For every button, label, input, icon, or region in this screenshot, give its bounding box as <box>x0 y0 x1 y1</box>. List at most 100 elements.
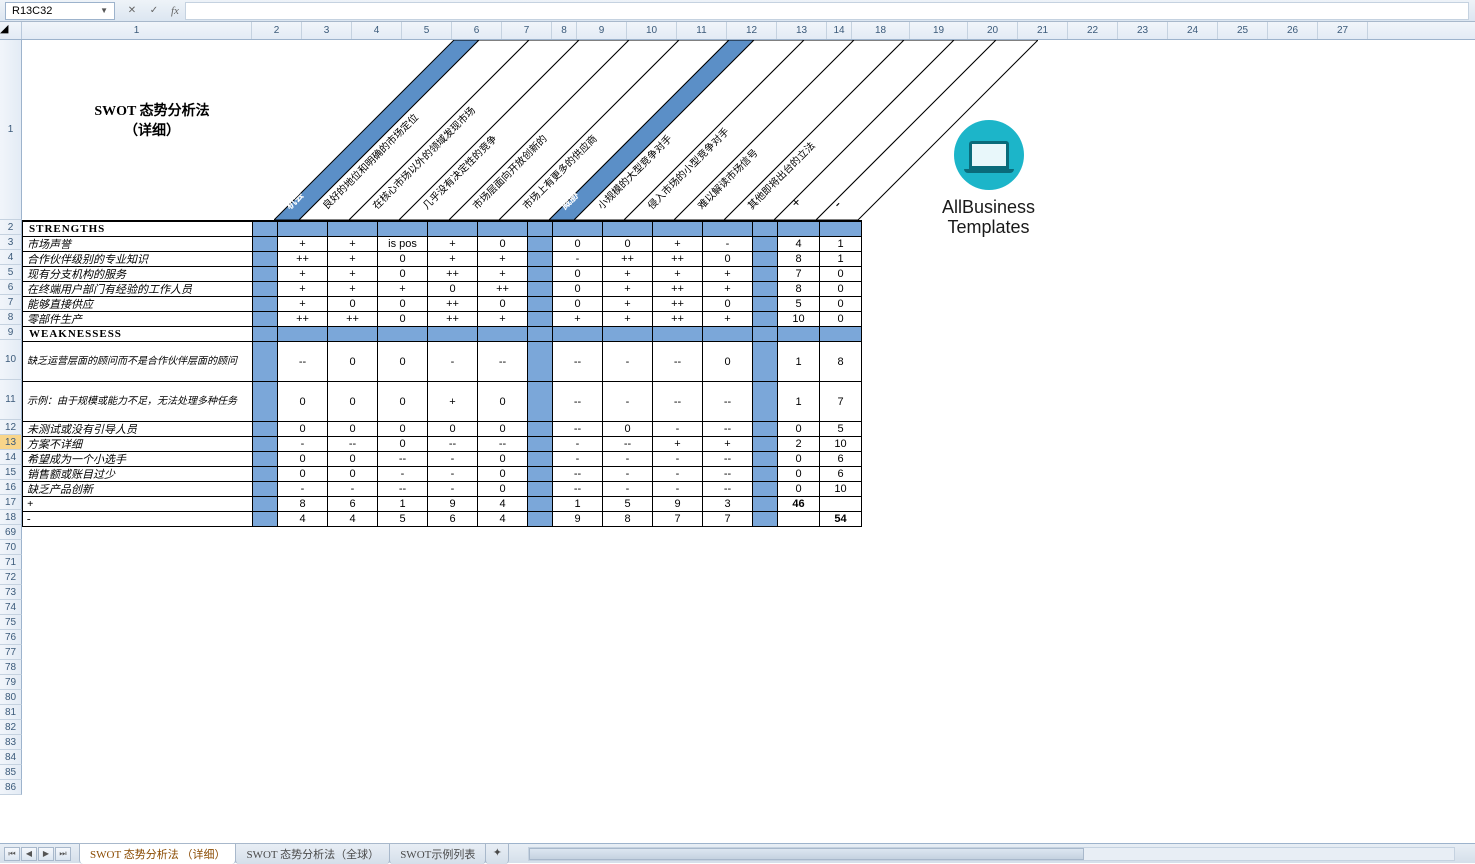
data-cell[interactable]: + <box>603 297 653 312</box>
data-cell[interactable] <box>753 237 778 252</box>
data-cell[interactable]: 10 <box>778 312 820 327</box>
row-header[interactable]: 1 <box>0 40 22 220</box>
column-header[interactable]: 10 <box>627 22 677 39</box>
data-cell[interactable] <box>528 467 553 482</box>
data-cell[interactable]: -- <box>653 382 703 422</box>
select-all-corner[interactable]: ◢ <box>0 22 22 39</box>
data-cell[interactable] <box>528 312 553 327</box>
row-header[interactable]: 2 <box>0 220 22 235</box>
formula-input[interactable] <box>185 2 1469 20</box>
fx-icon[interactable]: fx <box>171 5 179 17</box>
column-header[interactable]: 5 <box>402 22 452 39</box>
data-cell[interactable]: 9 <box>653 497 703 512</box>
row-header[interactable]: 7 <box>0 295 22 310</box>
column-header[interactable]: 25 <box>1218 22 1268 39</box>
data-cell[interactable]: - <box>428 467 478 482</box>
column-header[interactable]: 21 <box>1018 22 1068 39</box>
data-cell[interactable] <box>253 282 278 297</box>
data-cell[interactable]: 0 <box>478 452 528 467</box>
data-cell[interactable]: 8 <box>278 497 328 512</box>
row-header[interactable]: 77 <box>0 645 22 660</box>
row-header[interactable]: 15 <box>0 465 22 480</box>
data-cell[interactable]: 0 <box>553 297 603 312</box>
scroll-thumb[interactable] <box>529 848 1084 860</box>
data-cell[interactable]: 0 <box>328 452 378 467</box>
data-cell[interactable]: + <box>478 252 528 267</box>
data-cell[interactable]: 1 <box>378 497 428 512</box>
data-cell[interactable]: -- <box>603 437 653 452</box>
data-cell[interactable]: 0 <box>778 422 820 437</box>
data-cell[interactable] <box>778 512 820 527</box>
data-cell[interactable]: ++ <box>653 252 703 267</box>
data-cell[interactable]: + <box>328 282 378 297</box>
column-header[interactable]: 23 <box>1118 22 1168 39</box>
data-cell[interactable]: ++ <box>428 297 478 312</box>
data-cell[interactable]: 8 <box>778 282 820 297</box>
row-header[interactable]: 78 <box>0 660 22 675</box>
data-cell[interactable]: -- <box>703 467 753 482</box>
data-cell[interactable] <box>528 422 553 437</box>
name-box-dropdown-icon[interactable]: ▼ <box>100 6 108 15</box>
accept-formula-icon[interactable]: ✓ <box>145 3 163 19</box>
data-cell[interactable]: -- <box>378 452 428 467</box>
data-cell[interactable] <box>253 482 278 497</box>
data-cell[interactable]: - <box>603 452 653 467</box>
data-cell[interactable]: + <box>428 252 478 267</box>
data-cell[interactable]: 1 <box>820 237 862 252</box>
data-cell[interactable] <box>753 422 778 437</box>
column-header[interactable]: 7 <box>502 22 552 39</box>
row-header[interactable]: 4 <box>0 250 22 265</box>
data-cell[interactable]: -- <box>553 422 603 437</box>
data-cell[interactable] <box>753 437 778 452</box>
data-cell[interactable] <box>253 382 278 422</box>
data-cell[interactable]: 5 <box>378 512 428 527</box>
column-header[interactable]: 6 <box>452 22 502 39</box>
data-cell[interactable]: 0 <box>553 282 603 297</box>
data-cell[interactable]: 1 <box>778 382 820 422</box>
data-cell[interactable] <box>528 237 553 252</box>
data-cell[interactable]: 8 <box>603 512 653 527</box>
data-cell[interactable] <box>753 482 778 497</box>
data-cell[interactable]: - <box>553 452 603 467</box>
data-cell[interactable]: ++ <box>428 267 478 282</box>
data-cell[interactable]: 6 <box>328 497 378 512</box>
column-header[interactable]: 19 <box>910 22 968 39</box>
data-cell[interactable]: 4 <box>478 512 528 527</box>
data-cell[interactable]: -- <box>278 342 328 382</box>
row-header[interactable]: 70 <box>0 540 22 555</box>
row-header[interactable]: 76 <box>0 630 22 645</box>
data-cell[interactable]: 0 <box>820 312 862 327</box>
data-cell[interactable] <box>253 437 278 452</box>
data-cell[interactable]: 0 <box>428 422 478 437</box>
data-cell[interactable]: ++ <box>328 312 378 327</box>
column-header[interactable]: 14 <box>827 22 852 39</box>
data-cell[interactable]: 9 <box>553 512 603 527</box>
data-cell[interactable]: 10 <box>820 482 862 497</box>
data-cell[interactable]: -- <box>553 342 603 382</box>
row-header[interactable]: 75 <box>0 615 22 630</box>
data-cell[interactable]: 0 <box>478 482 528 497</box>
data-cell[interactable]: - <box>428 482 478 497</box>
data-cell[interactable] <box>753 252 778 267</box>
data-cell[interactable]: 4 <box>478 497 528 512</box>
data-cell[interactable]: - <box>278 482 328 497</box>
data-cell[interactable]: 0 <box>378 342 428 382</box>
data-cell[interactable] <box>253 422 278 437</box>
data-cell[interactable]: -- <box>703 452 753 467</box>
data-cell[interactable]: 0 <box>278 382 328 422</box>
data-cell[interactable]: 0 <box>553 267 603 282</box>
data-cell[interactable]: - <box>378 467 428 482</box>
data-cell[interactable]: 0 <box>603 422 653 437</box>
data-cell[interactable] <box>528 382 553 422</box>
data-cell[interactable]: - <box>328 482 378 497</box>
column-header[interactable]: 27 <box>1318 22 1368 39</box>
tab-nav-prev-icon[interactable]: ◀ <box>21 847 37 861</box>
data-cell[interactable]: 0 <box>478 467 528 482</box>
data-cell[interactable]: - <box>428 452 478 467</box>
data-cell[interactable]: 9 <box>428 497 478 512</box>
spreadsheet-grid[interactable]: SWOT 态势分析法 （详细） 机会良好的地位和明确的市场定位在核心市场以外的领… <box>22 40 1475 843</box>
data-cell[interactable]: ++ <box>278 252 328 267</box>
column-header[interactable]: 18 <box>852 22 910 39</box>
data-cell[interactable]: 54 <box>820 512 862 527</box>
data-cell[interactable] <box>253 497 278 512</box>
